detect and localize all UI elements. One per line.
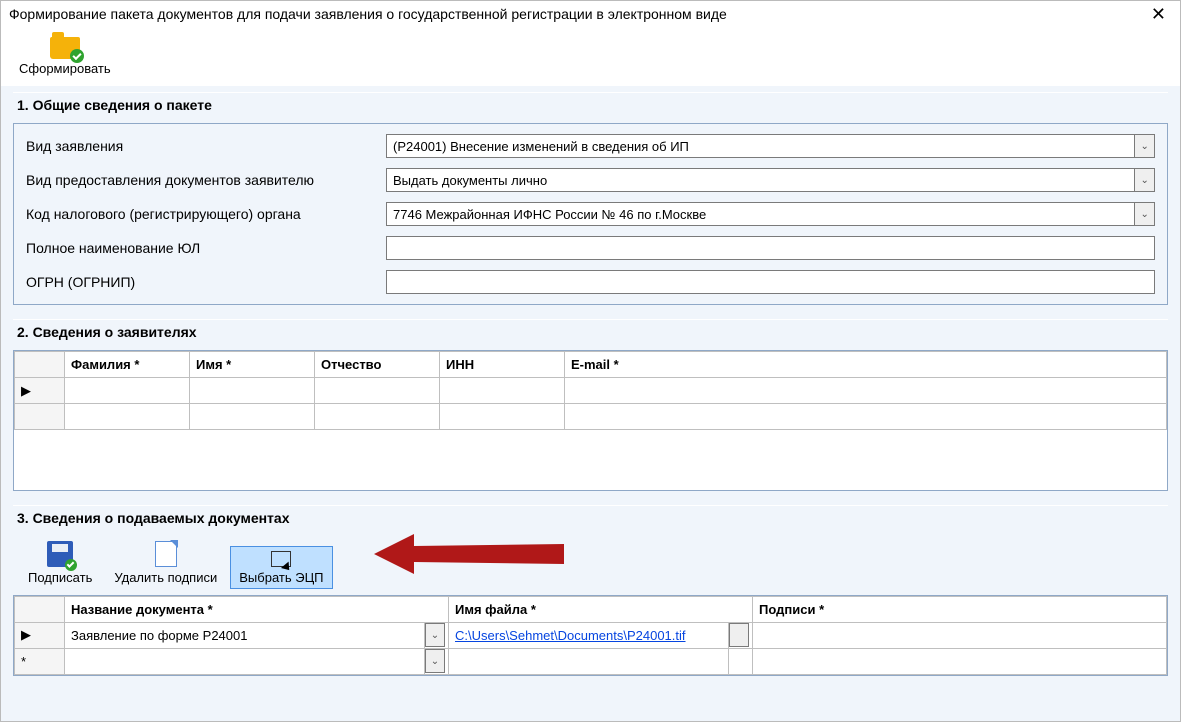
doc-sign-new[interactable] — [753, 648, 1167, 674]
col-lastname[interactable]: Фамилия * — [65, 352, 190, 378]
row-app-type: Вид заявления ⌄ — [26, 134, 1155, 158]
close-button[interactable]: ✕ — [1145, 5, 1172, 23]
applicants-grid[interactable]: Фамилия * Имя * Отчество ИНН E-mail * ▶ — [13, 350, 1168, 491]
row-indicator: ▶ — [15, 378, 65, 404]
doc-name-dropdown[interactable]: ⌄ — [425, 622, 449, 648]
file-link[interactable]: C:\Users\Sehmet\Documents\P24001.tif — [455, 628, 686, 643]
col-middlename[interactable]: Отчество — [315, 352, 440, 378]
row-tax-code: Код налогового (регистрирующего) органа … — [26, 202, 1155, 226]
doc-col-name[interactable]: Название документа * — [65, 596, 449, 622]
input-full-name[interactable] — [386, 236, 1155, 260]
row-delivery: Вид предоставления документов заявителю … — [26, 168, 1155, 192]
cell-firstname[interactable] — [190, 378, 315, 404]
grid-padding — [15, 430, 1167, 490]
documents-header-row: Название документа * Имя файла * Подписи… — [15, 596, 1167, 622]
row-ogrn: ОГРН (ОГРНИП) — [26, 270, 1155, 294]
general-panel: Вид заявления ⌄ Вид предоставления докум… — [13, 123, 1168, 305]
doc-row-indicator: ▶ — [15, 622, 65, 648]
app-window: Формирование пакета документов для подач… — [0, 0, 1181, 722]
input-app-type[interactable] — [386, 134, 1135, 158]
page-icon — [155, 541, 177, 567]
title-bar: Формирование пакета документов для подач… — [1, 1, 1180, 29]
label-full-name: Полное наименование ЮЛ — [26, 240, 376, 256]
applicant-row[interactable]: ▶ — [15, 378, 1167, 404]
label-delivery: Вид предоставления документов заявителю — [26, 172, 376, 188]
documents-grid[interactable]: Название документа * Имя файла * Подписи… — [13, 595, 1168, 676]
applicants-header-row: Фамилия * Имя * Отчество ИНН E-mail * — [15, 352, 1167, 378]
col-firstname[interactable]: Имя * — [190, 352, 315, 378]
row-full-name: Полное наименование ЮЛ — [26, 236, 1155, 260]
doc-sign-cell[interactable] — [753, 622, 1167, 648]
sign-label: Подписать — [28, 570, 92, 585]
cell-middlename[interactable] — [315, 378, 440, 404]
doc-file-new[interactable] — [449, 648, 729, 674]
doc-col-file[interactable]: Имя файла * — [449, 596, 753, 622]
section-general: 1. Общие сведения о пакете Вид заявления… — [13, 92, 1168, 305]
cell-inn[interactable] — [440, 378, 565, 404]
form-package-label: Сформировать — [19, 61, 111, 76]
form-package-button[interactable]: Сформировать — [13, 35, 117, 78]
dropdown-app-type[interactable]: ⌄ — [1135, 134, 1155, 158]
doc-name-dropdown-new[interactable]: ⌄ — [425, 648, 449, 674]
doc-col-sign[interactable]: Подписи * — [753, 596, 1167, 622]
doc-file-browse[interactable] — [729, 622, 753, 648]
doc-col-selector — [15, 596, 65, 622]
input-ogrn[interactable] — [386, 270, 1155, 294]
document-row[interactable]: ▶ Заявление по форме Р24001 ⌄ C:\Users\S… — [15, 622, 1167, 648]
doc-file-cell[interactable]: C:\Users\Sehmet\Documents\P24001.tif — [449, 622, 729, 648]
sign-button[interactable]: Подписать — [19, 536, 101, 589]
section-applicants: 2. Сведения о заявителях Фамилия * Имя *… — [13, 319, 1168, 491]
section-applicants-title: 2. Сведения о заявителях — [17, 324, 1168, 340]
select-cursor-icon — [271, 551, 291, 567]
remove-label: Удалить подписи — [114, 570, 217, 585]
col-selector — [15, 352, 65, 378]
dropdown-delivery[interactable]: ⌄ — [1135, 168, 1155, 192]
browse-icon — [729, 623, 749, 647]
document-new-row[interactable]: * ⌄ — [15, 648, 1167, 674]
doc-name-new[interactable] — [65, 648, 425, 674]
section-general-title: 1. Общие сведения о пакете — [17, 97, 1168, 113]
label-app-type: Вид заявления — [26, 138, 376, 154]
cell-lastname[interactable] — [65, 378, 190, 404]
documents-toolbar: Подписать Удалить подписи Выбрать ЭЦП — [19, 536, 1168, 589]
select-ecp-button[interactable]: Выбрать ЭЦП — [230, 546, 332, 589]
annotation-arrow — [374, 524, 564, 584]
doc-new-indicator: * — [15, 648, 65, 674]
main-toolbar: Сформировать — [1, 29, 1180, 86]
section-documents: 3. Сведения о подаваемых документах Подп… — [13, 505, 1168, 676]
cell-email[interactable] — [565, 378, 1167, 404]
label-tax-code: Код налогового (регистрирующего) органа — [26, 206, 376, 222]
input-delivery[interactable] — [386, 168, 1135, 192]
folder-check-icon — [50, 37, 80, 59]
chevron-down-icon: ⌄ — [425, 623, 445, 647]
section-documents-title: 3. Сведения о подаваемых документах — [17, 510, 1168, 526]
window-title: Формирование пакета документов для подач… — [9, 6, 727, 22]
chevron-down-icon: ⌄ — [425, 649, 445, 673]
content-area: 1. Общие сведения о пакете Вид заявления… — [1, 86, 1180, 721]
select-ecp-label: Выбрать ЭЦП — [239, 570, 323, 585]
disk-check-icon — [47, 541, 73, 567]
applicant-empty-row[interactable] — [15, 404, 1167, 430]
dropdown-tax-code[interactable]: ⌄ — [1135, 202, 1155, 226]
doc-name-cell[interactable]: Заявление по форме Р24001 — [65, 622, 425, 648]
label-ogrn: ОГРН (ОГРНИП) — [26, 274, 376, 290]
remove-signatures-button[interactable]: Удалить подписи — [105, 536, 226, 589]
col-email[interactable]: E-mail * — [565, 352, 1167, 378]
col-inn[interactable]: ИНН — [440, 352, 565, 378]
input-tax-code[interactable] — [386, 202, 1135, 226]
